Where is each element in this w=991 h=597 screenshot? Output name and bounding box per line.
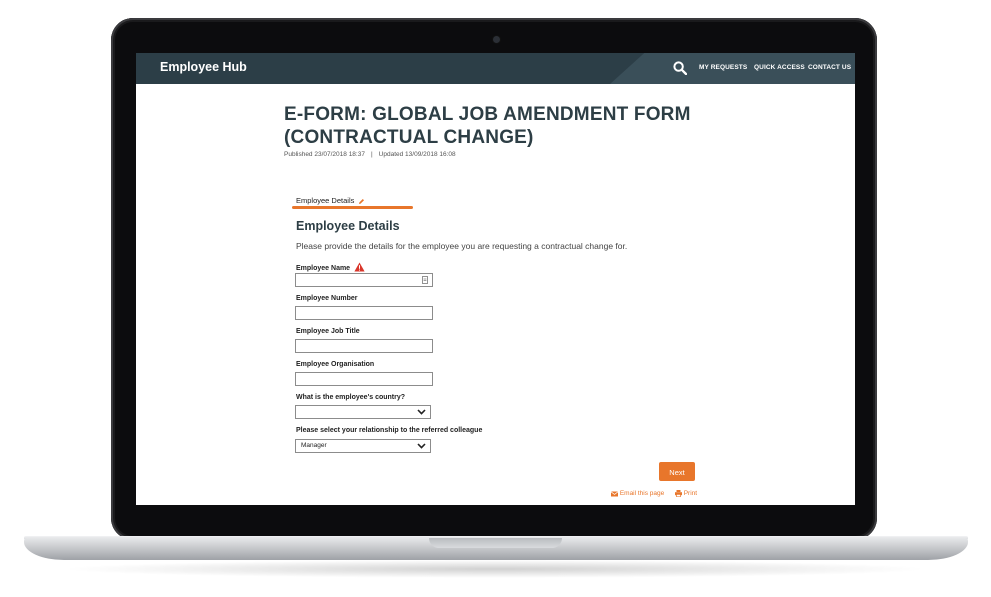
print-link[interactable]: Print [684, 490, 697, 497]
nav-my-requests[interactable]: MY REQUESTS [699, 64, 747, 71]
webcam [493, 36, 500, 43]
step-tab-employee-details[interactable]: Employee Details [296, 196, 365, 205]
search-icon[interactable] [673, 61, 687, 75]
chevron-down-icon [417, 409, 426, 415]
employee-name-label-text: Employee Name [296, 265, 351, 272]
employee-name-label: Employee Name [296, 262, 365, 272]
page-title: E-FORM: GLOBAL JOB AMENDMENT FORM (CONTR… [284, 104, 691, 148]
next-button[interactable]: Next [659, 462, 695, 481]
section-description: Please provide the details for the emplo… [296, 241, 628, 251]
employee-name-input[interactable] [295, 273, 433, 287]
employee-organisation-label: Employee Organisation [296, 361, 375, 368]
relationship-select[interactable]: Manager [295, 439, 431, 453]
laptop-notch [429, 538, 562, 548]
pencil-icon [359, 198, 365, 204]
envelope-icon[interactable] [610, 491, 619, 497]
email-page-link[interactable]: Email this page [620, 490, 664, 497]
employee-number-input[interactable] [295, 306, 433, 320]
employee-organisation-input[interactable] [295, 372, 433, 386]
printer-icon[interactable] [674, 490, 682, 498]
top-navigation-bar: Employee Hub MY REQUESTS QUICK ACCESS CO… [136, 53, 855, 84]
relationship-select-value: Manager [301, 442, 327, 449]
page-actions: Email this page Print [610, 490, 697, 498]
step-tab-label: Employee Details [296, 196, 355, 205]
country-label: What is the employee's country? [296, 394, 406, 401]
brand-logo[interactable]: Employee Hub [160, 60, 247, 74]
updated-date: Updated 13/09/2018 16:08 [378, 151, 456, 158]
employee-number-label: Employee Number [296, 295, 358, 302]
publish-meta: Published 23/07/2018 18:37 | Updated 13/09… [284, 151, 456, 158]
meta-separator: | [370, 151, 373, 158]
employee-job-title-input[interactable] [295, 339, 433, 353]
screen: Employee Hub MY REQUESTS QUICK ACCESS CO… [136, 53, 855, 505]
chevron-down-icon [417, 443, 426, 449]
nav-quick-access[interactable]: QUICK ACCESS [754, 64, 805, 71]
warning-icon [354, 262, 365, 272]
country-select[interactable] [295, 405, 431, 419]
published-date: Published 23/07/2018 18:37 [284, 151, 365, 158]
laptop-shadow [60, 560, 930, 578]
employee-job-title-label: Employee Job Title [296, 328, 360, 335]
relationship-label: Please select your relationship to the r… [296, 427, 483, 434]
contact-card-icon[interactable] [422, 276, 428, 284]
active-step-indicator [292, 206, 413, 209]
section-title: Employee Details [296, 219, 400, 233]
nav-contact-us[interactable]: CONTACT US [808, 64, 851, 71]
